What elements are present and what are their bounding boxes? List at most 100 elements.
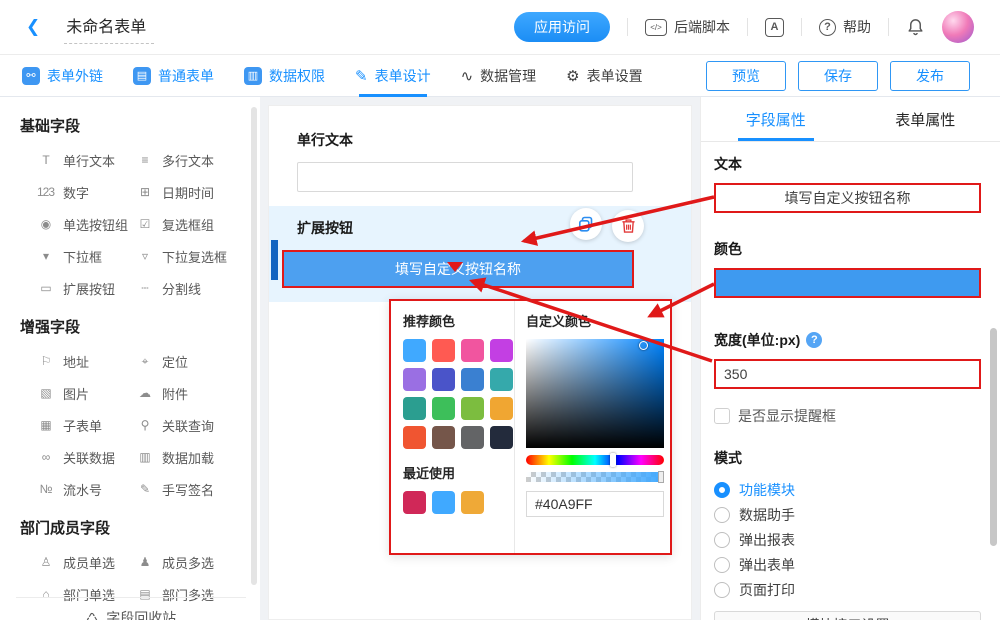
extended-button-preview[interactable]: 填写自定义按钮名称 xyxy=(284,252,632,286)
sidebar-item-radio-group[interactable]: 单选按钮组 xyxy=(20,208,119,240)
color-swatch[interactable] xyxy=(490,397,513,420)
mode-option-popup-report[interactable]: 弹出报表 xyxy=(714,527,980,552)
reminder-checkbox-row[interactable]: 是否显示提醒框 xyxy=(714,406,980,426)
field-label: 地址 xyxy=(63,352,89,371)
help-button[interactable]: ? 帮助 xyxy=(819,17,871,37)
field-recycle-bin[interactable]: ♺ 字段回收站 xyxy=(16,597,246,620)
color-swatch[interactable] xyxy=(432,339,455,362)
recent-swatch-grid xyxy=(403,491,514,514)
color-swatch[interactable] xyxy=(403,368,426,391)
radio-icon[interactable] xyxy=(714,582,730,598)
sidebar-scrollbar[interactable] xyxy=(251,107,257,585)
width-help-icon[interactable]: ? xyxy=(806,332,822,348)
publish-button[interactable]: 发布 xyxy=(890,61,970,91)
reminder-checkbox[interactable] xyxy=(714,408,730,424)
saturation-value-picker[interactable] xyxy=(526,339,664,448)
contacts-button[interactable]: A xyxy=(765,18,784,37)
selected-field-block[interactable]: 扩展按钮 填写自定义按钮名称 xyxy=(269,206,691,302)
user-avatar[interactable] xyxy=(942,11,974,43)
color-swatch[interactable] xyxy=(432,368,455,391)
tab-data-management[interactable]: ∿ 数据管理 xyxy=(461,55,537,97)
app-access-button[interactable]: 应用访问 xyxy=(514,12,610,42)
mode-option-popup-form[interactable]: 弹出表单 xyxy=(714,552,980,577)
color-swatch[interactable] xyxy=(461,339,484,362)
sidebar-item-location[interactable]: 定位 xyxy=(119,345,260,377)
properties-panel: 字段属性 表单属性 文本 颜色 宽度(单位:px) ? 是否显示提醒框 模式 xyxy=(700,97,1000,620)
backend-script-button[interactable]: </> 后端脚本 xyxy=(645,17,730,37)
radio-icon[interactable] xyxy=(714,507,730,523)
sidebar-item-number[interactable]: 数字 xyxy=(20,176,119,208)
sidebar-item-checkbox-group[interactable]: 复选框组 xyxy=(119,208,260,240)
sidebar-item-subform[interactable]: 子表单 xyxy=(20,409,119,441)
sidebar-item-multi-select[interactable]: 下拉复选框 xyxy=(119,240,260,272)
color-swatch[interactable] xyxy=(490,426,513,449)
sidebar-item-select[interactable]: 下拉框 xyxy=(20,240,119,272)
copy-field-button[interactable] xyxy=(570,208,602,240)
sidebar-item-datetime[interactable]: 日期时间 xyxy=(119,176,260,208)
mode-option-data-assistant[interactable]: 数据助手 xyxy=(714,502,980,527)
field-label: 图片 xyxy=(63,384,89,403)
color-swatch[interactable] xyxy=(403,426,426,449)
hue-slider[interactable] xyxy=(526,455,664,465)
color-swatch[interactable] xyxy=(461,397,484,420)
color-swatch[interactable] xyxy=(432,397,455,420)
width-input[interactable] xyxy=(714,359,981,389)
tab-form-properties[interactable]: 表单属性 xyxy=(851,97,1000,141)
sidebar-item-related-query[interactable]: 关联查询 xyxy=(119,409,260,441)
radio-icon[interactable] xyxy=(714,532,730,548)
sidebar-item-signature[interactable]: 手写签名 xyxy=(119,473,260,505)
panel-scrollbar[interactable] xyxy=(990,328,997,546)
mode-option-function-module[interactable]: 功能模块 xyxy=(714,477,980,502)
tab-field-properties[interactable]: 字段属性 xyxy=(701,97,851,141)
sidebar-item-divider[interactable]: 分割线 xyxy=(119,272,260,304)
sidebar-item-data-load[interactable]: 数据加载 xyxy=(119,441,260,473)
sidebar-item-multi-line-text[interactable]: 多行文本 xyxy=(119,144,260,176)
alpha-slider[interactable] xyxy=(526,472,664,482)
save-button[interactable]: 保存 xyxy=(798,61,878,91)
radio-icon[interactable] xyxy=(714,557,730,573)
sv-picker-handle[interactable] xyxy=(639,341,648,350)
color-swatch[interactable] xyxy=(490,368,513,391)
sidebar-item-image[interactable]: 图片 xyxy=(20,377,119,409)
tab-form-design[interactable]: ✎ 表单设计 xyxy=(355,55,431,97)
color-swatch[interactable] xyxy=(403,339,426,362)
width-label-text: 宽度(单位:px) xyxy=(714,330,800,350)
sidebar-item-related-data[interactable]: 关联数据 xyxy=(20,441,119,473)
sidebar-item-single-line-text[interactable]: 单行文本 xyxy=(20,144,119,176)
trash-icon xyxy=(621,218,636,234)
hex-color-input[interactable] xyxy=(526,491,664,517)
notification-bell-icon[interactable] xyxy=(906,17,925,37)
tab-normal-form[interactable]: ▤ 普通表单 xyxy=(133,55,214,97)
radio-selected-icon[interactable] xyxy=(714,482,730,498)
button-text-input[interactable] xyxy=(714,183,981,213)
color-swatch[interactable] xyxy=(461,426,484,449)
sidebar-item-attachment[interactable]: 附件 xyxy=(119,377,260,409)
multi-line-text-icon xyxy=(135,153,154,167)
hue-slider-handle[interactable] xyxy=(610,453,616,467)
color-swatch[interactable] xyxy=(432,426,455,449)
color-swatch[interactable] xyxy=(403,397,426,420)
recent-color-swatch[interactable] xyxy=(432,491,455,514)
sidebar-item-extended-button[interactable]: 扩展按钮 xyxy=(20,272,119,304)
module-interface-settings-button[interactable]: 模块接口设置 xyxy=(714,611,981,620)
color-value-bar[interactable] xyxy=(714,268,981,298)
tab-data-permission[interactable]: ▥ 数据权限 xyxy=(244,55,325,97)
sidebar-item-serial-number[interactable]: 流水号 xyxy=(20,473,119,505)
sidebar-item-address[interactable]: 地址 xyxy=(20,345,119,377)
canvas-text-field-input[interactable] xyxy=(297,162,633,192)
tab-form-external-link[interactable]: ⚯ 表单外链 xyxy=(22,55,103,97)
form-title-wrap[interactable]: 未命名表单 xyxy=(64,11,154,44)
recent-color-swatch[interactable] xyxy=(461,491,484,514)
back-icon[interactable]: ❮ xyxy=(26,17,40,37)
sidebar-item-member-multi[interactable]: 成员多选 xyxy=(119,546,260,578)
delete-field-button[interactable] xyxy=(612,210,644,242)
alpha-slider-handle[interactable] xyxy=(658,471,664,483)
tab-form-settings[interactable]: ⚙ 表单设置 xyxy=(566,55,642,97)
sidebar-item-member-single[interactable]: 成员单选 xyxy=(20,546,119,578)
mode-option-page-print[interactable]: 页面打印 xyxy=(714,577,980,602)
color-swatch[interactable] xyxy=(490,339,513,362)
color-swatch[interactable] xyxy=(461,368,484,391)
recent-color-swatch[interactable] xyxy=(403,491,426,514)
preview-button[interactable]: 预览 xyxy=(706,61,786,91)
width-property-label: 宽度(单位:px) ? xyxy=(714,330,980,350)
